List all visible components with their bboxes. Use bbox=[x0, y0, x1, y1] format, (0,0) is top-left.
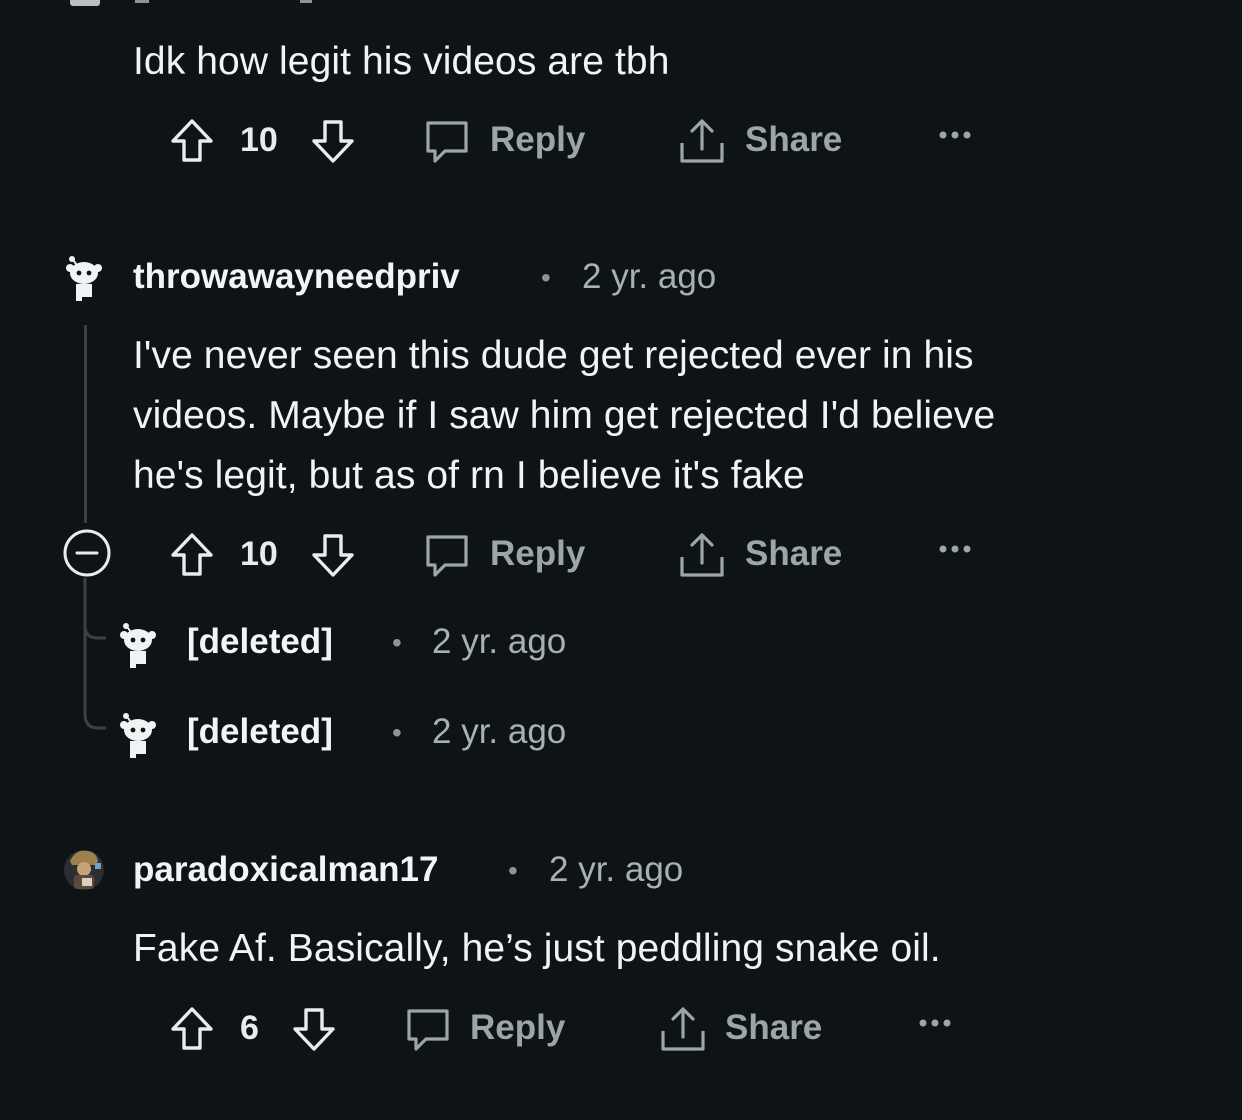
share-icon[interactable] bbox=[677, 529, 727, 579]
downvote-icon[interactable] bbox=[290, 1005, 338, 1053]
comment-timestamp[interactable]: 2 yr. ago bbox=[582, 257, 716, 297]
previous-comment-cutoff-mark bbox=[135, 0, 149, 3]
reply-button[interactable]: Reply bbox=[470, 1008, 565, 1048]
reply-icon[interactable] bbox=[423, 117, 471, 165]
upvote-icon[interactable] bbox=[168, 1005, 216, 1053]
reply-timestamp[interactable]: 2 yr. ago bbox=[432, 622, 566, 662]
reply-button[interactable]: Reply bbox=[490, 534, 585, 574]
vote-count: 10 bbox=[240, 121, 278, 159]
reply-icon[interactable] bbox=[423, 531, 471, 579]
more-options-icon[interactable] bbox=[938, 130, 972, 140]
more-options-icon[interactable] bbox=[918, 1018, 952, 1028]
comment-timestamp[interactable]: 2 yr. ago bbox=[549, 850, 683, 890]
meta-separator: • bbox=[392, 627, 402, 658]
comment-body: Fake Af. Basically, he’s just peddling s… bbox=[133, 927, 941, 970]
previous-comment-cutoff bbox=[70, 0, 100, 6]
comment-body: I've never seen this dude get rejected e… bbox=[133, 326, 995, 506]
comment-body-line: videos. Maybe if I saw him get rejected … bbox=[133, 394, 996, 437]
more-options-icon[interactable] bbox=[938, 544, 972, 554]
comment-actions: 6 Reply Share bbox=[0, 998, 1242, 1058]
comment-body-line: I've never seen this dude get rejected e… bbox=[133, 334, 974, 377]
user-avatar-image[interactable] bbox=[62, 845, 106, 895]
comment-actions: 10 Reply Share bbox=[0, 110, 1242, 170]
meta-separator: • bbox=[541, 262, 551, 293]
downvote-icon[interactable] bbox=[309, 117, 357, 165]
share-button[interactable]: Share bbox=[745, 534, 842, 574]
comment-body-line: he's legit, but as of rn I believe it's … bbox=[133, 454, 805, 497]
snoo-avatar-icon[interactable] bbox=[116, 710, 160, 760]
share-icon[interactable] bbox=[677, 115, 727, 165]
share-button[interactable]: Share bbox=[725, 1008, 822, 1048]
thread-line[interactable] bbox=[84, 325, 87, 523]
comment-username[interactable]: paradoxicalman17 bbox=[133, 850, 438, 890]
vote-count: 6 bbox=[240, 1009, 259, 1047]
reply-timestamp[interactable]: 2 yr. ago bbox=[432, 712, 566, 752]
snoo-avatar-icon[interactable] bbox=[62, 253, 106, 303]
comment-actions: 10 Reply Share bbox=[0, 524, 1242, 584]
reply-username[interactable]: [deleted] bbox=[187, 712, 333, 752]
downvote-icon[interactable] bbox=[309, 531, 357, 579]
reply-button[interactable]: Reply bbox=[490, 120, 585, 160]
snoo-avatar-icon[interactable] bbox=[116, 620, 160, 670]
reply-username[interactable]: [deleted] bbox=[187, 622, 333, 662]
share-button[interactable]: Share bbox=[745, 120, 842, 160]
upvote-icon[interactable] bbox=[168, 531, 216, 579]
vote-count: 10 bbox=[240, 535, 278, 573]
previous-comment-cutoff-mark bbox=[300, 0, 312, 3]
share-icon[interactable] bbox=[658, 1003, 708, 1053]
meta-separator: • bbox=[392, 717, 402, 748]
reply-icon[interactable] bbox=[404, 1005, 452, 1053]
upvote-icon[interactable] bbox=[168, 117, 216, 165]
comment-body: Idk how legit his videos are tbh bbox=[133, 40, 670, 83]
comment-username[interactable]: throwawayneedpriv bbox=[133, 257, 460, 297]
meta-separator: • bbox=[508, 855, 518, 886]
